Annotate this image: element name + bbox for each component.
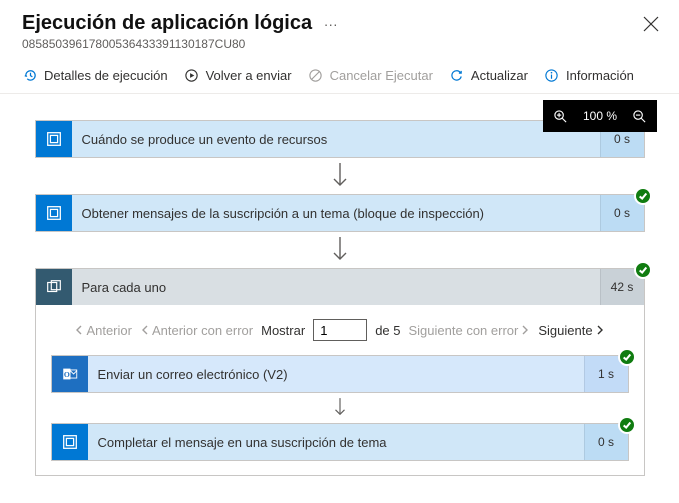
close-icon — [643, 16, 659, 32]
servicebus-icon — [52, 424, 88, 460]
step-trigger-title: Cuándo se produce un evento de recursos — [72, 121, 600, 157]
success-badge — [618, 416, 636, 434]
arrow-down-icon — [329, 162, 351, 190]
pager-prev-error: Anterior con error — [140, 323, 253, 338]
flow-arrow — [329, 232, 351, 268]
success-badge — [634, 187, 652, 205]
arrow-down-icon — [331, 397, 349, 419]
foreach-body: Anterior Anterior con error Mostrar de 5… — [36, 305, 644, 475]
cancel-icon — [308, 67, 324, 83]
step-foreach-title: Para cada uno — [72, 269, 600, 305]
cancel-run-button: Cancelar Ejecutar — [308, 67, 433, 83]
step-get-messages-title: Obtener mensajes de la suscripción a un … — [72, 195, 600, 231]
info-label: Información — [566, 68, 634, 83]
refresh-label: Actualizar — [471, 68, 528, 83]
chevron-right-icon — [520, 325, 530, 335]
zoom-bar: 100 % — [543, 100, 657, 132]
pager-index-input[interactable] — [313, 319, 367, 341]
arrow-down-icon — [329, 236, 351, 264]
zoom-out-button[interactable] — [631, 108, 647, 124]
pager-prev: Anterior — [74, 323, 132, 338]
resubmit-label: Volver a enviar — [206, 68, 292, 83]
run-details-button[interactable]: Detalles de ejecución — [22, 67, 168, 83]
step-complete-message-title: Completar el mensaje en una suscripción … — [88, 424, 584, 460]
page-title: Ejecución de aplicación lógica — [22, 12, 312, 34]
servicebus-icon — [36, 195, 72, 231]
info-button[interactable]: Información — [544, 67, 634, 83]
resubmit-button[interactable]: Volver a enviar — [184, 67, 292, 83]
pager-of-label: de 5 — [375, 323, 400, 338]
zoom-in-button[interactable] — [553, 108, 569, 124]
zoom-in-icon — [553, 109, 568, 124]
success-badge — [634, 261, 652, 279]
chevron-left-icon — [140, 325, 150, 335]
run-id-label: 08585039617800536433391130187CU80 — [22, 37, 657, 51]
pager-next[interactable]: Siguiente — [538, 323, 604, 338]
designer-canvas[interactable]: 100 % Cuándo se produce un evento de rec… — [0, 94, 679, 503]
cancel-label: Cancelar Ejecutar — [330, 68, 433, 83]
zoom-level: 100 % — [583, 109, 617, 123]
iteration-pager: Anterior Anterior con error Mostrar de 5… — [50, 319, 630, 341]
success-badge — [618, 348, 636, 366]
check-icon — [622, 352, 632, 362]
run-details-label: Detalles de ejecución — [44, 68, 168, 83]
check-icon — [622, 420, 632, 430]
check-icon — [638, 265, 648, 275]
refresh-button[interactable]: Actualizar — [449, 67, 528, 83]
refresh-icon — [449, 67, 465, 83]
step-get-messages[interactable]: Obtener mensajes de la suscripción a un … — [35, 194, 645, 232]
pager-show-label: Mostrar — [261, 323, 305, 338]
command-bar: Detalles de ejecución Volver a enviar Ca… — [0, 57, 679, 94]
step-send-email-title: Enviar un correo electrónico (V2) — [88, 356, 584, 392]
overflow-menu[interactable]: ··· — [324, 16, 338, 32]
flow-arrow — [50, 393, 630, 423]
pager-next-error: Siguiente con error — [409, 323, 531, 338]
zoom-out-icon — [632, 109, 647, 124]
close-button[interactable] — [643, 16, 659, 32]
chevron-right-icon — [595, 325, 605, 335]
flow-arrow — [329, 158, 351, 194]
eventgrid-icon — [36, 121, 72, 157]
check-icon — [638, 191, 648, 201]
foreach-icon — [36, 269, 72, 305]
svg-text:O: O — [63, 370, 69, 379]
step-send-email[interactable]: O Enviar un correo electrónico (V2) 1 s — [51, 355, 629, 393]
step-complete-message[interactable]: Completar el mensaje en una suscripción … — [51, 423, 629, 461]
history-icon — [22, 67, 38, 83]
outlook-icon: O — [52, 356, 88, 392]
step-foreach[interactable]: Para cada uno 42 s Anterior Anterior con… — [35, 268, 645, 476]
chevron-left-icon — [74, 325, 84, 335]
resubmit-icon — [184, 67, 200, 83]
info-icon — [544, 67, 560, 83]
